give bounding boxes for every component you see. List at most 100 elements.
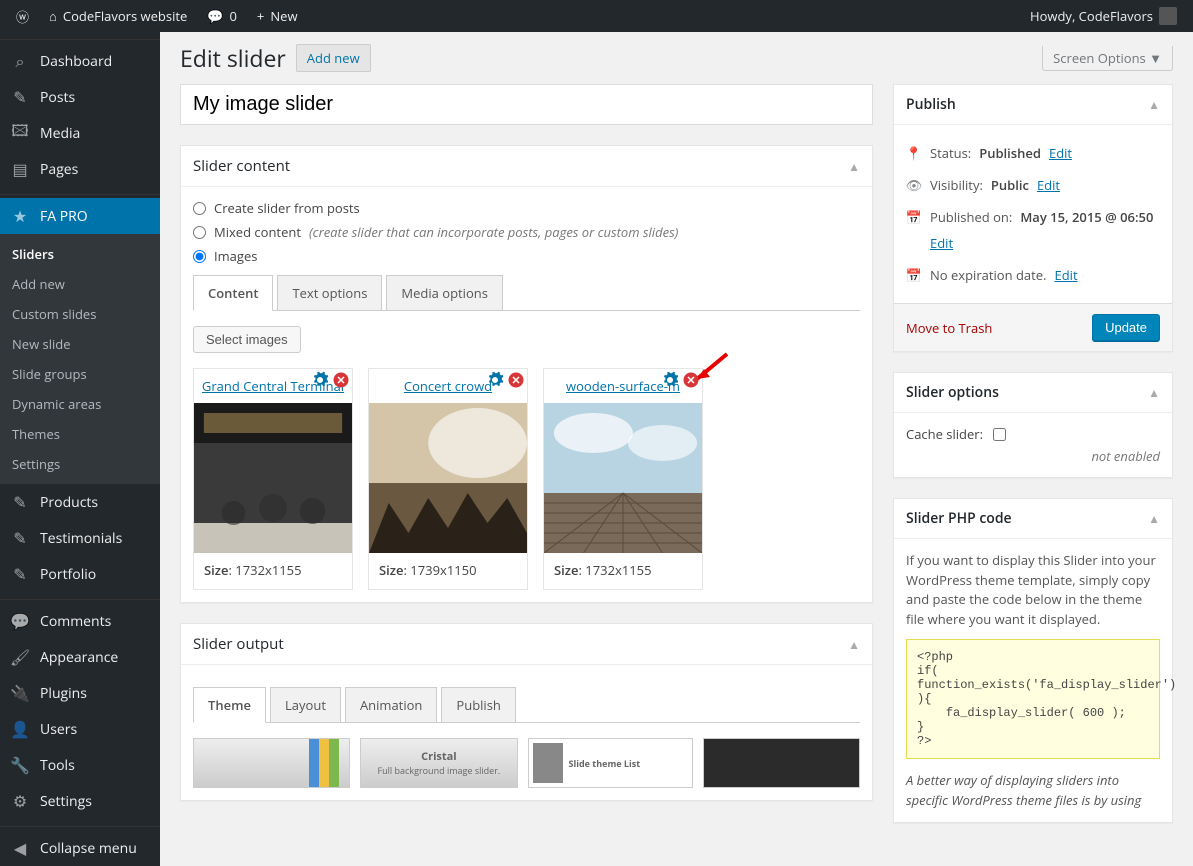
edit-visibility-link[interactable]: Edit: [1037, 176, 1060, 194]
new-link[interactable]: +New: [249, 0, 306, 32]
toggle-icon[interactable]: ▲: [848, 636, 860, 653]
comments-link[interactable]: 💬0: [199, 0, 245, 32]
wp-logo[interactable]: ⓦ: [8, 0, 37, 32]
menu-icon: 🖌: [10, 647, 30, 667]
collapse-menu[interactable]: ◀Collapse menu: [0, 830, 160, 866]
calendar-icon: 📅: [906, 266, 922, 284]
select-images-button[interactable]: Select images: [193, 326, 301, 353]
tab-layout[interactable]: Layout: [270, 687, 341, 723]
menu-item-portfolio[interactable]: ✎ Portfolio: [0, 556, 160, 592]
menu-icon: 🔌: [10, 683, 30, 703]
tab-text-options[interactable]: Text options: [277, 275, 382, 311]
menu-icon: ⌕: [10, 51, 30, 71]
php-code-box: Slider PHP code ▲ If you want to display…: [893, 498, 1173, 823]
menu-item-tools[interactable]: 🔧Tools: [0, 747, 160, 783]
image-card[interactable]: Concert crowd Size: 1739x1150: [368, 368, 528, 590]
page-title: Edit slider: [180, 42, 286, 74]
update-button[interactable]: Update: [1092, 314, 1160, 341]
menu-item-media[interactable]: 🖾Media: [0, 115, 160, 151]
edit-expiration-link[interactable]: Edit: [1054, 266, 1077, 284]
trash-link[interactable]: Move to Trash: [906, 319, 992, 337]
menu-item-fa-pro[interactable]: ★FA PRO: [0, 198, 160, 234]
menu-item-appearance[interactable]: 🖌 Appearance: [0, 639, 160, 675]
cache-label: Cache slider:: [906, 425, 983, 443]
image-card[interactable]: wooden-surface-m Size: 1732x1155: [543, 368, 703, 590]
submenu-item-slide-groups[interactable]: Slide groups: [0, 359, 160, 389]
menu-item-settings[interactable]: ⚙Settings: [0, 783, 160, 819]
edit-status-link[interactable]: Edit: [1049, 144, 1072, 162]
theme-preview[interactable]: [193, 738, 350, 788]
admin-sidebar: ⌕Dashboard ✎ Posts 🖾Media▤Pages ★FA PRO Slide…: [0, 32, 160, 866]
toggle-icon[interactable]: ▲: [1148, 96, 1160, 113]
cache-checkbox[interactable]: [993, 428, 1006, 441]
pin-icon: 📍: [906, 144, 922, 162]
submenu-item-settings[interactable]: Settings: [0, 449, 160, 479]
delete-icon[interactable]: [682, 371, 700, 393]
menu-icon: ✎: [10, 87, 30, 107]
radio-posts[interactable]: Create slider from posts: [193, 199, 860, 217]
delete-icon[interactable]: [507, 371, 525, 393]
separator: [0, 35, 160, 40]
submenu-item-themes[interactable]: Themes: [0, 419, 160, 449]
page-header: Edit slider Add new: [180, 42, 371, 74]
plus-icon: +: [257, 7, 264, 25]
theme-preview[interactable]: [703, 738, 860, 788]
menu-label: Appearance: [40, 648, 118, 667]
edit-date-link[interactable]: Edit: [930, 234, 953, 252]
menu-item-pages[interactable]: ▤Pages: [0, 151, 160, 187]
slider-output-box: Slider output ▲ Theme Layout Animation P…: [180, 623, 873, 801]
submenu-item-new-slide[interactable]: New slide: [0, 329, 160, 359]
menu-icon: ⚙: [10, 791, 30, 811]
howdy-link[interactable]: Howdy, CodeFlavors: [1022, 0, 1185, 32]
site-link[interactable]: ⌂CodeFlavors website: [41, 0, 195, 32]
radio-mixed[interactable]: Mixed content (create slider that can in…: [193, 223, 860, 241]
menu-label: Tools: [40, 756, 75, 775]
separator: [0, 190, 160, 195]
slider-options-heading: Slider options: [906, 383, 999, 402]
menu-item-plugins[interactable]: 🔌Plugins: [0, 675, 160, 711]
comment-icon: 💬: [207, 7, 223, 25]
menu-item-testimonials[interactable]: ✎Testimonials: [0, 520, 160, 556]
tab-content[interactable]: Content: [193, 275, 273, 311]
screen-options-toggle[interactable]: Screen Options ▼: [1042, 46, 1173, 71]
theme-preview[interactable]: CristalFull background image slider.: [360, 738, 517, 788]
php-outro: A better way of displaying sliders into …: [906, 771, 1160, 810]
avatar: [1159, 7, 1177, 25]
menu-item-posts[interactable]: ✎ Posts: [0, 79, 160, 115]
menu-label: Posts: [40, 88, 75, 107]
main-content: Edit slider Add new Screen Options ▼ Sli…: [160, 32, 1193, 866]
image-card[interactable]: Grand Central Terminal Size: 1732x1155: [193, 368, 353, 590]
image-title-link[interactable]: Concert crowd: [404, 377, 492, 395]
gear-icon[interactable]: [311, 371, 329, 393]
submenu-item-custom-slides[interactable]: Custom slides: [0, 299, 160, 329]
submenu-item-sliders[interactable]: Sliders: [0, 239, 160, 269]
toggle-icon[interactable]: ▲: [1148, 384, 1160, 401]
submenu-item-add-new[interactable]: Add new: [0, 269, 160, 299]
menu-icon: ✎: [10, 492, 30, 512]
menu-item-dashboard[interactable]: ⌕Dashboard: [0, 43, 160, 79]
radio-images[interactable]: Images: [193, 247, 860, 265]
slider-title-input[interactable]: [180, 84, 873, 125]
tab-theme[interactable]: Theme: [193, 687, 266, 723]
menu-icon: ✎: [10, 564, 30, 584]
delete-icon[interactable]: [332, 371, 350, 393]
gear-icon[interactable]: [661, 371, 679, 393]
submenu-item-dynamic-areas[interactable]: Dynamic areas: [0, 389, 160, 419]
image-thumb: [194, 403, 352, 553]
gear-icon[interactable]: [486, 371, 504, 393]
menu-label: Portfolio: [40, 565, 96, 584]
theme-preview[interactable]: Slide theme List: [528, 738, 693, 788]
menu-item-comments[interactable]: 💬Comments: [0, 603, 160, 639]
publish-heading: Publish: [906, 95, 956, 114]
add-new-button[interactable]: Add new: [296, 44, 371, 72]
menu-label: Pages: [40, 160, 78, 179]
tab-media-options[interactable]: Media options: [386, 275, 503, 311]
menu-item-users[interactable]: 👤Users: [0, 711, 160, 747]
menu-label: Products: [40, 493, 98, 512]
publish-box: Publish ▲ 📍Status: Published Edit 👁Visib…: [893, 84, 1173, 352]
toggle-icon[interactable]: ▲: [1148, 510, 1160, 527]
menu-item-products[interactable]: ✎ Products: [0, 484, 160, 520]
toggle-icon[interactable]: ▲: [848, 158, 860, 175]
tab-publish[interactable]: Publish: [441, 687, 515, 723]
tab-animation[interactable]: Animation: [345, 687, 437, 723]
